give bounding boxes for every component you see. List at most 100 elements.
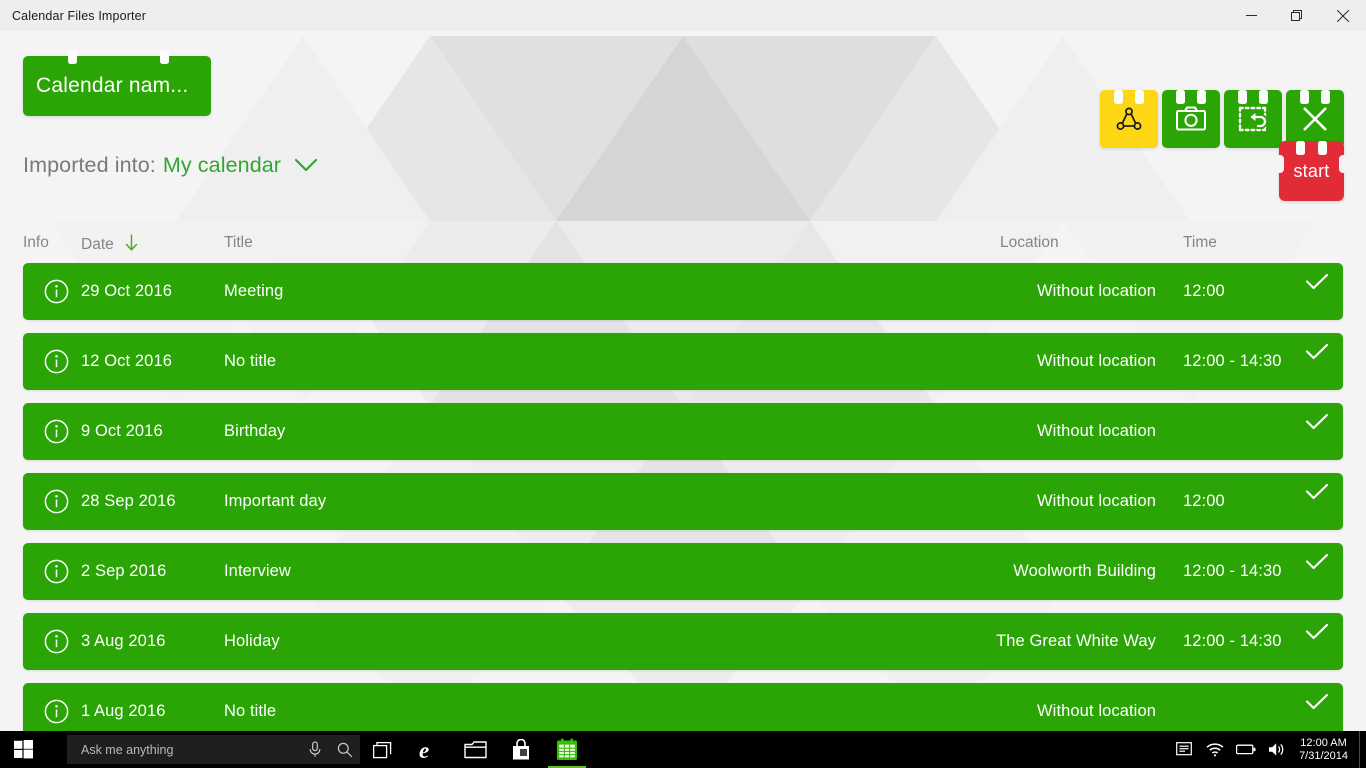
row-date: 3 Aug 2016	[81, 632, 166, 650]
table-row[interactable]: 3 Aug 2016 Holiday The Great White Way 12:0…	[23, 613, 1343, 670]
show-desktop-button[interactable]	[1359, 731, 1366, 768]
task-view-icon[interactable]	[360, 731, 406, 768]
search-icon[interactable]	[330, 742, 360, 758]
start-button[interactable]: start	[1275, 141, 1348, 201]
row-date: 29 Oct 2016	[81, 282, 172, 300]
calendar-tab-nub	[68, 50, 77, 64]
row-date: 2 Sep 2016	[81, 562, 167, 580]
calendar-tab-nub	[1176, 90, 1185, 104]
start-button-notch	[1339, 155, 1348, 173]
battery-icon[interactable]	[1230, 731, 1261, 768]
row-location: Without location	[1037, 352, 1156, 370]
row-title: No title	[224, 352, 277, 370]
maximize-restore-button[interactable]	[1274, 0, 1320, 31]
table-row[interactable]: 29 Oct 2016 Meeting Without location 12:00	[23, 263, 1343, 320]
row-title: Holiday	[224, 632, 280, 650]
checkmark-icon[interactable]	[1305, 343, 1329, 366]
info-icon[interactable]	[44, 419, 69, 449]
table-row[interactable]: 9 Oct 2016 Birthday Without location	[23, 403, 1343, 460]
checkmark-icon[interactable]	[1305, 623, 1329, 646]
row-time: 12:00	[1183, 492, 1225, 510]
column-header-date-label: Date	[81, 236, 114, 253]
edge-browser-icon[interactable]: e	[406, 731, 452, 768]
chevron-down-icon[interactable]	[293, 157, 319, 173]
row-title: Important day	[224, 492, 327, 510]
checkmark-icon[interactable]	[1305, 483, 1329, 506]
row-date: 28 Sep 2016	[81, 492, 176, 510]
info-icon[interactable]	[44, 559, 69, 589]
column-header-title: Title	[224, 234, 253, 251]
calendar-tab-nub	[160, 50, 169, 64]
file-explorer-icon[interactable]	[452, 731, 498, 768]
checkmark-icon[interactable]	[1305, 413, 1329, 436]
svg-text:e: e	[419, 738, 429, 762]
calendar-tab-nub	[1321, 90, 1330, 104]
arrow-down-icon	[125, 234, 138, 256]
info-icon[interactable]	[44, 279, 69, 309]
camera-icon	[1176, 106, 1206, 131]
calendar-name-button[interactable]: Calendar nam...	[23, 50, 211, 116]
action-center-icon[interactable]	[1168, 731, 1199, 768]
checkmark-icon[interactable]	[1305, 693, 1329, 716]
row-time: 12:00 - 14:30	[1183, 352, 1282, 370]
row-location: Without location	[1037, 422, 1156, 440]
row-location: Without location	[1037, 282, 1156, 300]
calendar-tab-nub	[1114, 90, 1123, 104]
windows-start-button[interactable]	[0, 731, 47, 768]
table-row[interactable]: 1 Aug 2016 No title Without location	[23, 683, 1343, 731]
clock-date: 7/31/2014	[1299, 749, 1348, 762]
close-button[interactable]	[1320, 0, 1366, 31]
search-input[interactable]: Ask me anything	[67, 743, 300, 757]
volume-icon[interactable]	[1261, 731, 1292, 768]
row-time: 12:00 - 14:30	[1183, 632, 1282, 650]
checkmark-icon[interactable]	[1305, 553, 1329, 576]
row-location: Woolworth Building	[1013, 562, 1156, 580]
row-date: 9 Oct 2016	[81, 422, 163, 440]
info-icon[interactable]	[44, 629, 69, 659]
checkmark-icon[interactable]	[1305, 273, 1329, 296]
column-header-date[interactable]: Date	[81, 234, 138, 256]
table-row[interactable]: 28 Sep 2016 Important day Without location…	[23, 473, 1343, 530]
close-icon	[1303, 107, 1327, 131]
info-icon[interactable]	[44, 699, 69, 729]
calendar-name-label: Calendar nam...	[36, 74, 189, 97]
app-header: Calendar nam...	[0, 31, 1366, 148]
row-location: Without location	[1037, 702, 1156, 720]
calendar-tab-nub	[1296, 141, 1305, 155]
calendar-tab-nub	[1197, 90, 1206, 104]
column-header-location: Location	[1000, 234, 1059, 251]
window-titlebar: Calendar Files Importer	[0, 0, 1366, 31]
info-icon[interactable]	[44, 489, 69, 519]
app-window: Calendar nam... Imported into: My calend…	[0, 31, 1366, 731]
row-title: Interview	[224, 562, 291, 580]
start-button-notch	[1275, 155, 1284, 173]
table-row[interactable]: 12 Oct 2016 No title Without location 12:00…	[23, 333, 1343, 390]
taskbar-clock[interactable]: 12:00 AM 7/31/2014	[1292, 737, 1359, 763]
reset-selection-icon	[1238, 106, 1268, 132]
row-location: Without location	[1037, 492, 1156, 510]
event-list: 29 Oct 2016 Meeting Without location 12:00 1…	[0, 263, 1366, 731]
row-date: 12 Oct 2016	[81, 352, 172, 370]
row-title: No title	[224, 702, 277, 720]
info-icon[interactable]	[44, 349, 69, 379]
table-row[interactable]: 2 Sep 2016 Interview Woolworth Building 12:…	[23, 543, 1343, 600]
microphone-icon[interactable]	[300, 741, 330, 758]
row-title: Birthday	[224, 422, 286, 440]
wifi-icon[interactable]	[1199, 731, 1230, 768]
calendar-tabs	[23, 50, 211, 64]
window-title: Calendar Files Importer	[12, 8, 147, 23]
microsoft-store-icon[interactable]	[498, 731, 544, 768]
row-location: The Great White Way	[996, 632, 1156, 650]
calendar-importer-icon[interactable]	[544, 731, 590, 768]
column-header-info: Info	[23, 234, 49, 251]
imported-into-value[interactable]: My calendar	[156, 153, 281, 178]
calendar-tab-nub	[1238, 90, 1247, 104]
minimize-button[interactable]	[1228, 0, 1274, 31]
clock-time: 12:00 AM	[1300, 736, 1347, 749]
table-column-headers: Info Date Title Location Time	[0, 234, 1366, 259]
system-tray: 12:00 AM 7/31/2014	[1168, 731, 1366, 768]
import-target-bar: Imported into: My calendar	[0, 137, 1366, 193]
row-time: 12:00	[1183, 282, 1225, 300]
row-title: Meeting	[224, 282, 284, 300]
taskbar-search-box[interactable]: Ask me anything	[67, 735, 360, 764]
